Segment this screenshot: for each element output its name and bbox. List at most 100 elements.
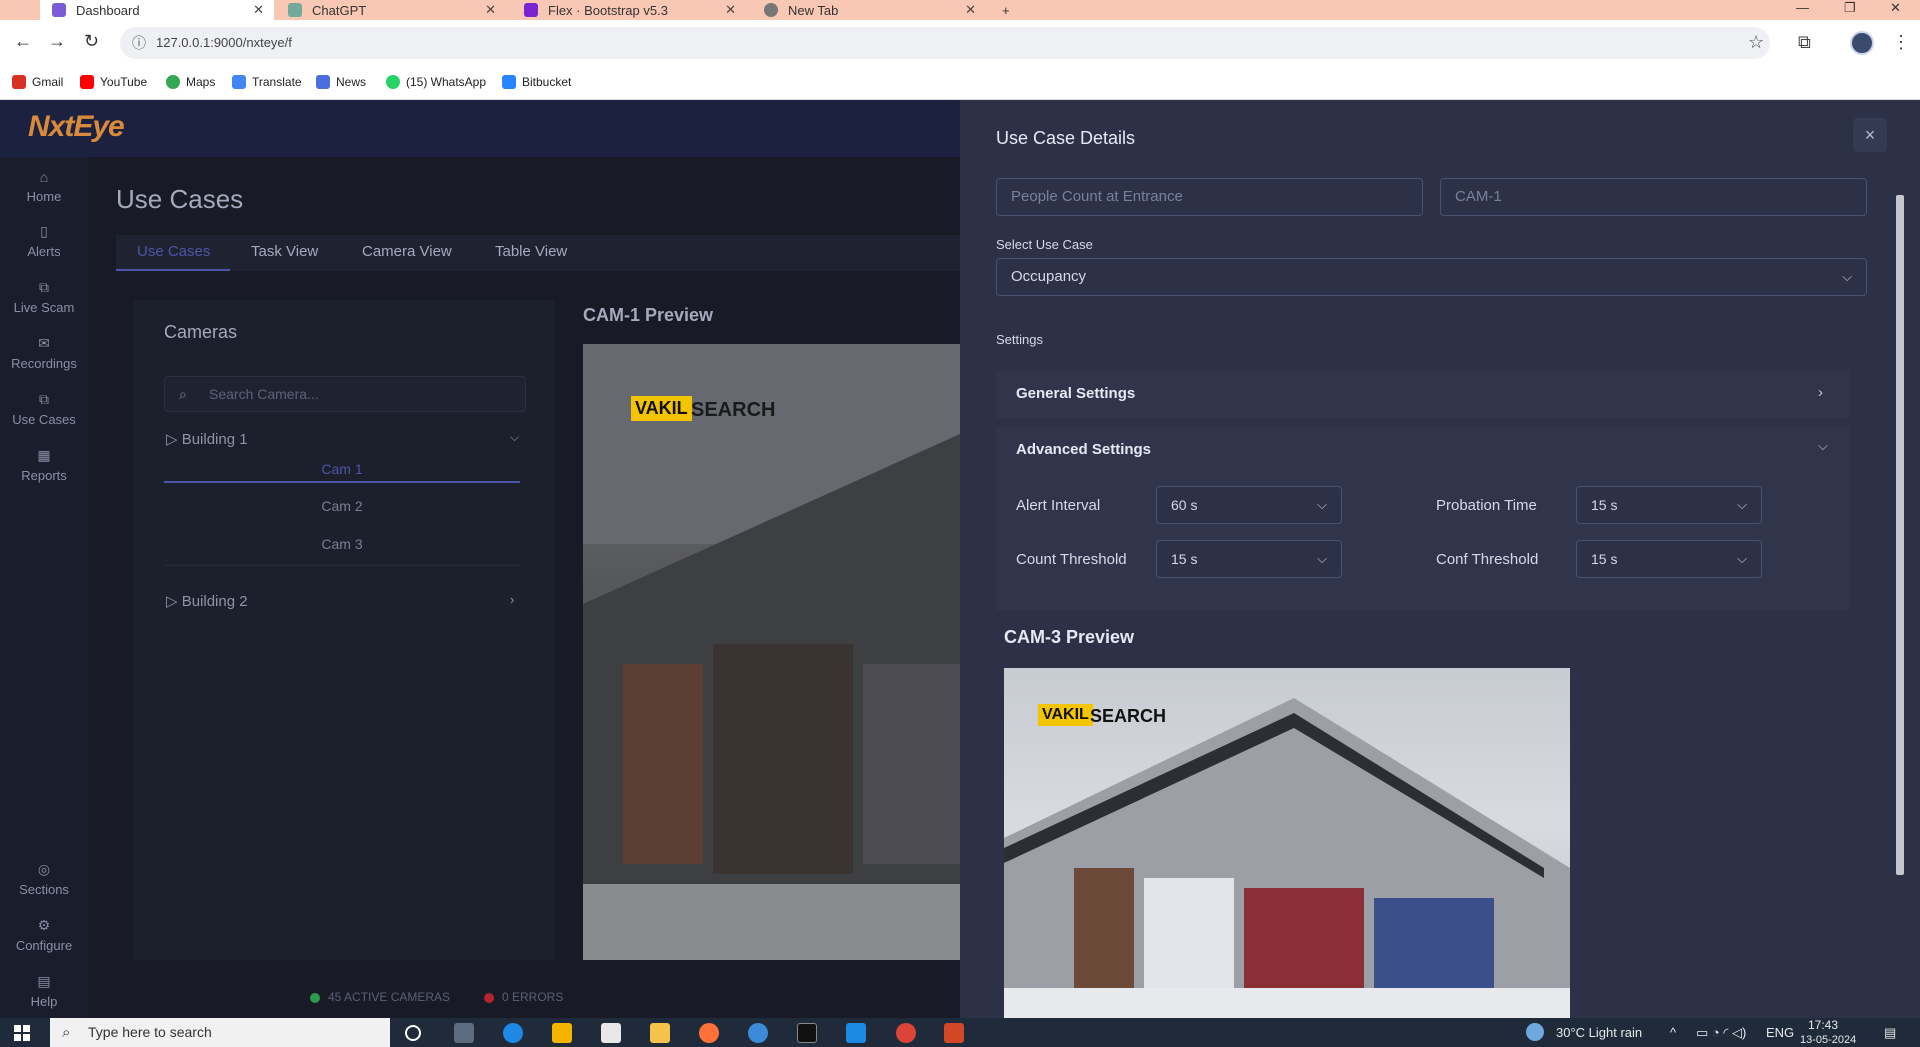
building-1-toggle[interactable]: ▷ Building 1	[166, 430, 248, 448]
nav-alerts[interactable]: ▯ Alerts	[0, 223, 88, 259]
tray-chevron-up-icon[interactable]: ^	[1670, 1025, 1676, 1040]
cam-item-2[interactable]: Cam 2	[164, 498, 520, 514]
profile-avatar[interactable]	[1850, 31, 1874, 55]
nav-recordings[interactable]: ✉ Recordings	[0, 335, 88, 371]
bookmark-maps[interactable]: Maps	[166, 75, 215, 89]
chevron-down-icon[interactable]: ⌵	[510, 430, 519, 445]
nav-label: Live Scam	[13, 300, 75, 315]
new-tab-button[interactable]: +	[990, 0, 1010, 20]
nav-live-scam[interactable]: ⧉ Live Scam	[0, 279, 88, 315]
tab-camera-view[interactable]: Camera View	[362, 243, 452, 260]
chrome-icon[interactable]	[896, 1023, 916, 1043]
conf-threshold-select[interactable]: 15 s ⌵	[1576, 540, 1762, 578]
bootstrap-favicon-icon	[524, 3, 538, 17]
app-icon[interactable]	[748, 1023, 768, 1043]
conf-threshold-label: Conf Threshold	[1436, 551, 1539, 568]
bookmark-bitbucket[interactable]: Bitbucket	[502, 75, 571, 89]
help-icon: ▤	[37, 973, 51, 989]
camera-search-input[interactable]: ⌕ Search Camera...	[164, 376, 526, 412]
clock-time[interactable]: 17:43	[1808, 1018, 1838, 1032]
bookmark-translate[interactable]: Translate	[232, 75, 302, 89]
nav-configure[interactable]: ⚙ Configure	[0, 917, 88, 953]
bookmark-whatsapp[interactable]: (15) WhatsApp	[386, 75, 486, 89]
task-view-icon[interactable]	[454, 1023, 474, 1043]
store-image	[583, 344, 960, 960]
maximize-icon[interactable]: ❐	[1844, 0, 1856, 16]
close-icon[interactable]: ✕	[485, 2, 496, 18]
language-indicator[interactable]: ENG	[1766, 1025, 1794, 1040]
site-info-icon[interactable]: ⓘ	[132, 27, 146, 59]
taskbar-search-input[interactable]: ⌕ Type here to search	[50, 1018, 390, 1047]
tab-table-view[interactable]: Table View	[495, 243, 567, 260]
chevron-right-icon[interactable]: ›	[510, 592, 514, 607]
weather-icon[interactable]	[1526, 1023, 1544, 1041]
firefox-icon[interactable]	[699, 1023, 719, 1043]
general-settings-accordion[interactable]: General Settings ›	[996, 370, 1850, 418]
bookmark-gmail[interactable]: Gmail	[12, 75, 63, 89]
close-icon[interactable]: ✕	[965, 2, 976, 18]
usecases-icon: ⧉	[39, 391, 49, 407]
drawer-scrollbar[interactable]	[1893, 180, 1907, 1020]
chrome-favicon-icon	[764, 3, 778, 17]
minimize-icon[interactable]: —	[1796, 0, 1809, 15]
bookmark-news[interactable]: News	[316, 75, 366, 89]
close-icon[interactable]: ✕	[725, 2, 736, 18]
nav-use-cases[interactable]: ⧉ Use Cases	[0, 391, 88, 427]
store-icon[interactable]	[552, 1023, 572, 1043]
building-2-toggle[interactable]: ▷ Building 2	[166, 592, 248, 610]
alert-interval-select[interactable]: 60 s ⌵	[1156, 486, 1342, 524]
tab-chatgpt[interactable]: ChatGPT ✕	[276, 0, 506, 20]
windows-start-icon[interactable]	[14, 1025, 30, 1041]
tab-dashboard[interactable]: Dashboard ✕	[40, 0, 274, 20]
bookmark-label: (15) WhatsApp	[406, 75, 487, 89]
url-input[interactable]: ⓘ 127.0.0.1:9000/nxteye/f	[120, 27, 1770, 59]
powerpoint-icon[interactable]	[944, 1023, 964, 1043]
home-icon: ⌂	[39, 169, 49, 185]
camera-input[interactable]: CAM-1	[1440, 178, 1867, 216]
app-logo[interactable]: NxtEye	[28, 110, 125, 144]
drawer-title: Use Case Details	[996, 128, 1136, 148]
tab-use-cases[interactable]: Use Cases	[137, 243, 210, 260]
bookmark-youtube[interactable]: YouTube	[80, 75, 147, 89]
cam-item-1[interactable]: Cam 1	[164, 461, 520, 477]
nav-label: Help	[30, 994, 58, 1009]
bookmark-star-icon[interactable]: ☆	[1748, 32, 1764, 53]
accordion-title[interactable]: Advanced Settings	[1016, 441, 1151, 458]
chevron-down-icon[interactable]: ⌵	[1818, 438, 1828, 454]
menu-kebab-icon[interactable]: ⋮	[1892, 32, 1910, 53]
edge-icon[interactable]	[503, 1023, 523, 1043]
probation-time-select[interactable]: 15 s ⌵	[1576, 486, 1762, 524]
use-case-select[interactable]: Occupancy ⌵	[996, 258, 1867, 296]
forward-icon[interactable]: →	[48, 31, 66, 52]
tray-icons[interactable]: ▭ ◔ ◜ ◁)	[1696, 1025, 1746, 1041]
tab-task-view[interactable]: Task View	[251, 243, 318, 260]
nav-sections[interactable]: ◎ Sections	[0, 861, 88, 897]
tab-newtab[interactable]: New Tab ✕	[752, 0, 986, 20]
notifications-icon[interactable]: ▤	[1884, 1025, 1896, 1041]
nav-label: Use Cases	[12, 412, 76, 427]
file-explorer-icon[interactable]	[650, 1023, 670, 1043]
nav-help[interactable]: ▤ Help	[0, 973, 88, 1009]
back-icon[interactable]: ←	[14, 31, 32, 52]
vscode-icon[interactable]	[846, 1023, 866, 1043]
nav-label: Sections	[19, 882, 69, 897]
status-label: 0 ERRORS	[502, 990, 564, 1004]
extensions-icon[interactable]: ⧉	[1798, 32, 1811, 53]
count-threshold-select[interactable]: 15 s ⌵	[1156, 540, 1342, 578]
bookmark-label: Translate	[252, 75, 302, 89]
close-icon[interactable]: ✕	[253, 2, 264, 18]
nav-reports[interactable]: ▦ Reports	[0, 447, 88, 483]
scroll-thumb[interactable]	[1896, 195, 1904, 875]
tab-flex[interactable]: Flex · Bootstrap v5.3 ✕	[512, 0, 746, 20]
reload-icon[interactable]: ↻	[84, 31, 99, 52]
selected-value: 15 s	[1591, 497, 1618, 513]
mail-icon[interactable]	[601, 1023, 621, 1043]
cam-item-3[interactable]: Cam 3	[164, 536, 520, 552]
use-case-name-input[interactable]: People Count at Entrance	[996, 178, 1423, 216]
window-close-icon[interactable]: ✕	[1890, 0, 1901, 16]
terminal-icon[interactable]	[797, 1023, 817, 1043]
close-button[interactable]: ×	[1853, 118, 1887, 152]
nav-home[interactable]: ⌂ Home	[0, 169, 88, 204]
clock-date[interactable]: 13-05-2024	[1800, 1034, 1856, 1046]
cortana-icon[interactable]	[405, 1025, 421, 1041]
